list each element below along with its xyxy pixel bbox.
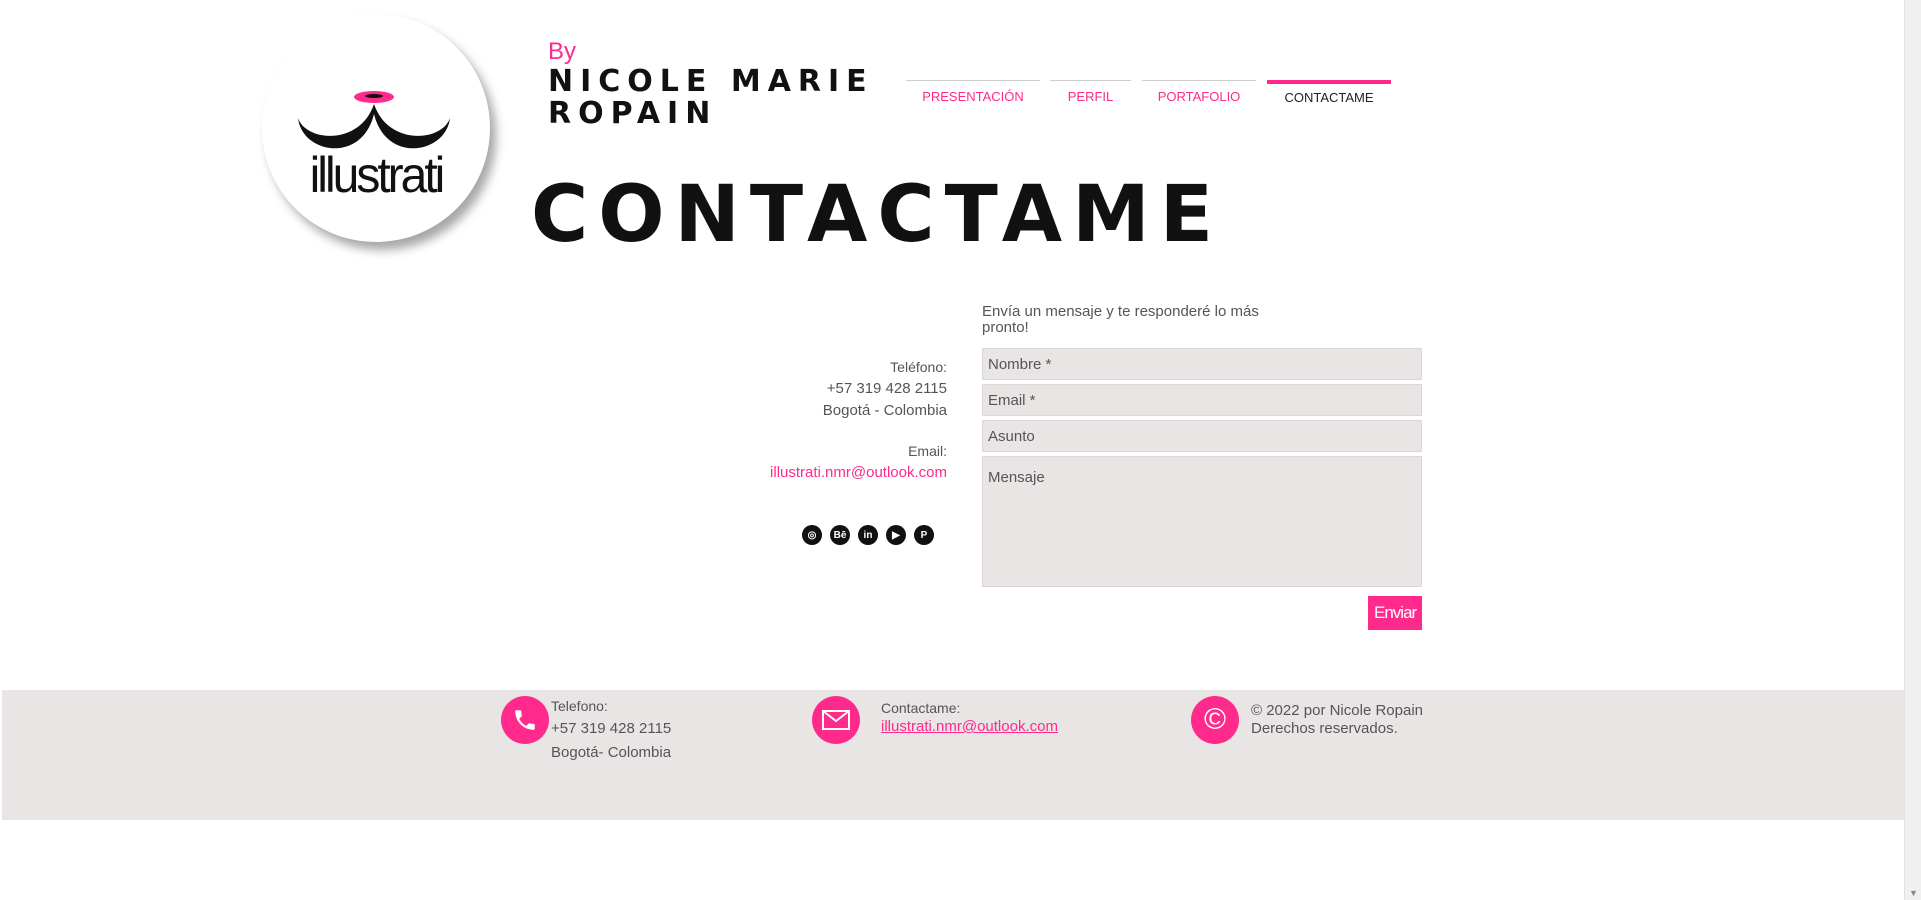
nav-item-presentacion[interactable]: PRESENTACIÓN <box>906 80 1040 109</box>
brand-name-line1: NICOLE MARIE <box>548 64 874 99</box>
message-field[interactable] <box>982 456 1422 587</box>
behance-icon[interactable]: Bē <box>830 525 850 545</box>
by-label: By <box>548 38 577 65</box>
scroll-down-icon[interactable]: ▼ <box>1909 888 1918 898</box>
name-field[interactable] <box>982 348 1422 380</box>
form-intro: Envía un mensaje y te responderé lo más … <box>982 303 1259 336</box>
footer-contact-label: Contactame: <box>881 700 961 716</box>
email-field[interactable] <box>982 384 1422 416</box>
copyright-line2: Derechos reservados. <box>1251 720 1398 737</box>
footer-phone-label: Telefono: <box>551 698 608 714</box>
email-label: Email: <box>908 443 947 459</box>
footer: Telefono: +57 319 428 2115 Bogotá- Colom… <box>2 690 1904 820</box>
brand-name-line2: ROPAIN <box>548 96 718 131</box>
footer-email-link[interactable]: illustrati.nmr@outlook.com <box>881 718 1058 735</box>
youtube-icon[interactable]: ▶ <box>886 525 906 545</box>
nav-item-portafolio[interactable]: PORTAFOLIO <box>1142 80 1256 109</box>
copyright-line1: © 2022 por Nicole Ropain <box>1251 702 1423 719</box>
phone-number: +57 319 428 2115 <box>826 380 947 397</box>
copyright-icon: © <box>1191 696 1239 744</box>
subject-field[interactable] <box>982 420 1422 452</box>
logo[interactable]: illustrati <box>262 14 490 242</box>
phone-icon <box>501 696 549 744</box>
nav-item-perfil[interactable]: PERFIL <box>1050 80 1131 109</box>
logo-text: illustrati <box>309 147 446 204</box>
envelope-icon <box>812 696 860 744</box>
phone-label: Teléfono: <box>890 359 947 375</box>
submit-button[interactable]: Enviar <box>1368 596 1422 630</box>
linkedin-icon[interactable]: in <box>858 525 878 545</box>
pinterest-icon[interactable]: P <box>914 525 934 545</box>
scrollbar[interactable]: ▼ <box>1904 0 1921 900</box>
email-link[interactable]: illustrati.nmr@outlook.com <box>770 464 947 481</box>
page-title: CONTACTAME <box>531 170 1224 260</box>
city-text: Bogotá - Colombia <box>822 402 947 419</box>
footer-phone: +57 319 428 2115 <box>551 720 672 737</box>
brand-name[interactable]: NICOLE MARIE ROPAIN <box>548 66 874 130</box>
footer-city: Bogotá- Colombia <box>551 744 672 761</box>
logo-mustache-icon <box>298 91 450 149</box>
nav-item-contactame[interactable]: CONTACTAME <box>1267 80 1391 112</box>
dribbble-icon[interactable]: ◎ <box>802 525 822 545</box>
